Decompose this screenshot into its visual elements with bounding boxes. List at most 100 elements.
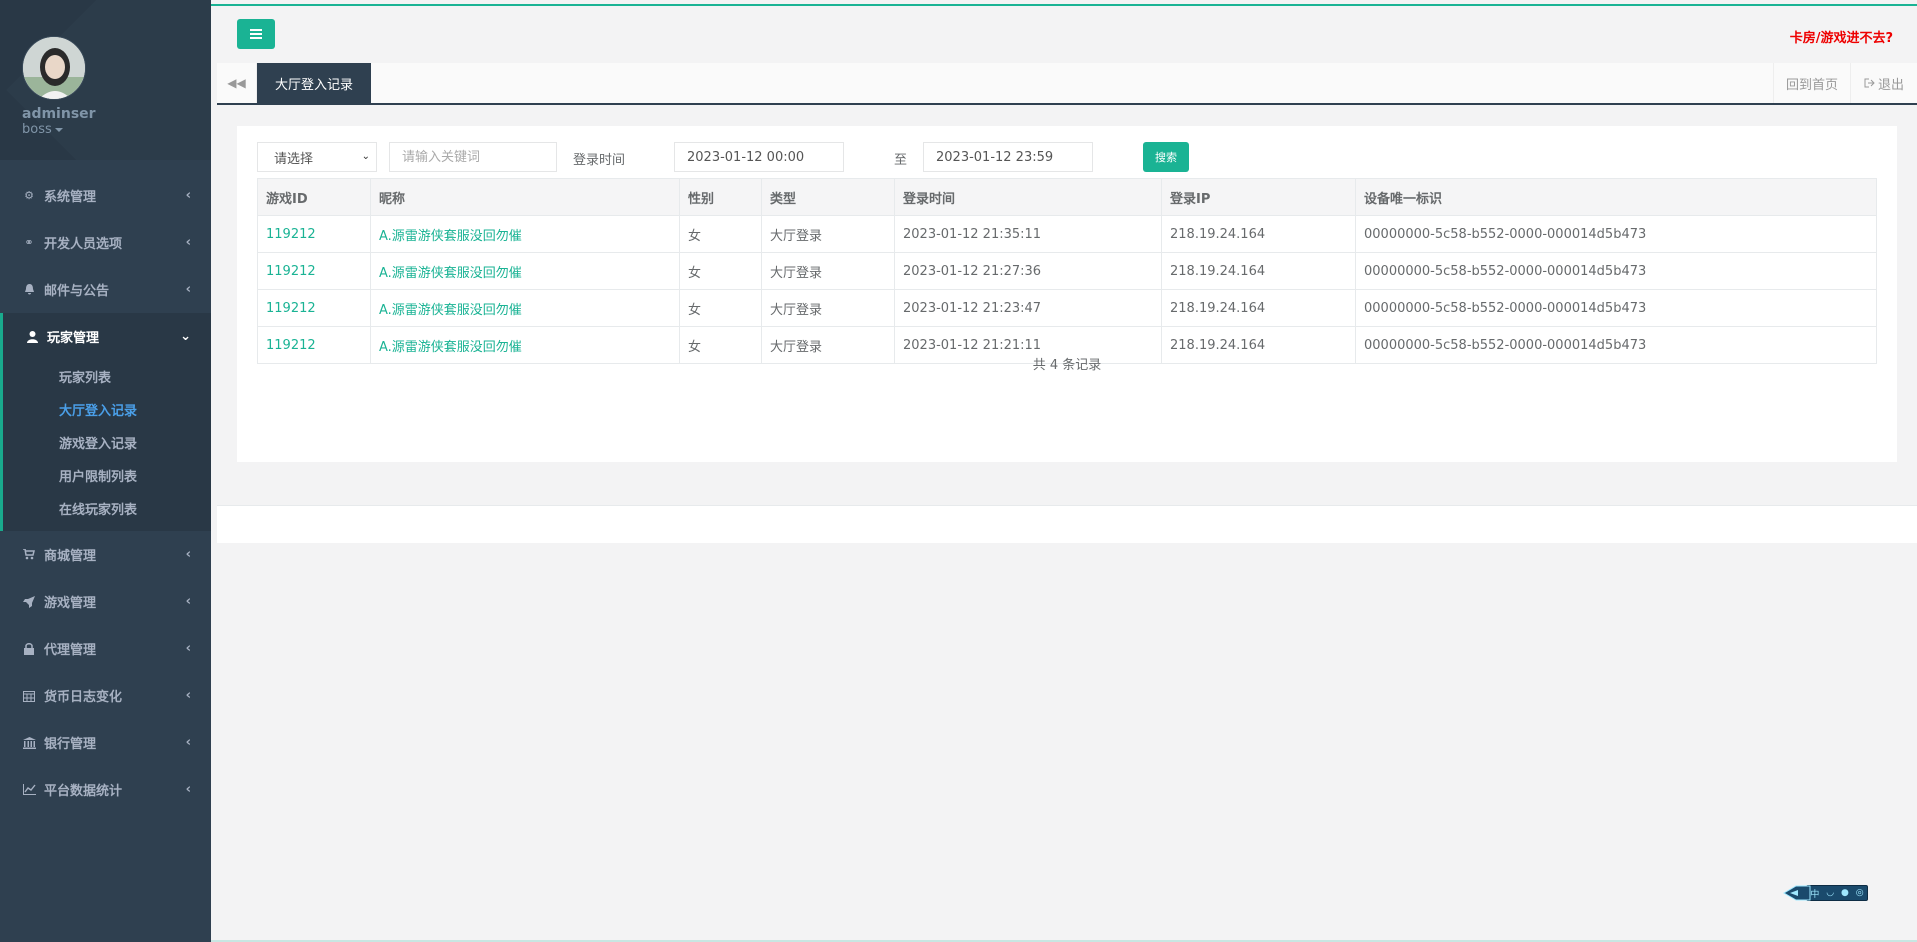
col-header-login-time[interactable]: 登录时间 [894, 178, 1162, 216]
rocket-icon [22, 595, 36, 609]
menu-item-developer[interactable]: ⚭ 开发人员选项 ‹ [0, 219, 211, 266]
menu-item-currency-log[interactable]: 货币日志变化 ‹ [0, 672, 211, 719]
logout-label: 退出 [1877, 77, 1904, 93]
gender-cell: 女 [679, 252, 762, 290]
record-count: 共 4 条记录 [1032, 358, 1102, 373]
chevron-left-icon: ‹ [185, 688, 191, 703]
link-icon: ⚭ [24, 236, 34, 249]
menu-label: 系统管理 [44, 190, 97, 205]
type-cell: 大厅登录 [761, 215, 895, 253]
menu-label: 商城管理 [44, 549, 97, 564]
game-id-link[interactable]: 119212 [257, 289, 371, 327]
menu-icon [250, 29, 262, 39]
login-ip-cell: 218.19.24.164 [1161, 215, 1356, 253]
type-cell: 大厅登录 [761, 289, 895, 327]
nickname-link[interactable]: A.源雷游侠套服没回勿催 [370, 252, 680, 290]
device-id-cell: 00000000-5c58-b552-0000-000014d5b473 [1355, 289, 1877, 327]
menu-item-agents[interactable]: 代理管理 ‹ [0, 625, 211, 672]
login-time-cell: 2023-01-12 21:27:36 [894, 252, 1162, 290]
menu-item-games[interactable]: 游戏管理 ‹ [0, 578, 211, 625]
profile-role-dropdown[interactable]: boss [22, 122, 63, 137]
ime-logo-icon [1783, 885, 1811, 901]
chevron-left-icon: ‹ [185, 188, 191, 203]
user-icon: ● [1840, 888, 1849, 898]
game-id-link[interactable]: 119212 [257, 215, 371, 253]
chevron-left-icon: ‹ [185, 282, 191, 297]
footer [217, 505, 1917, 543]
backward-icon: ◀◀ [227, 76, 246, 90]
gender-cell: 女 [679, 215, 762, 253]
menu-item-bank[interactable]: 银行管理 ‹ [0, 719, 211, 766]
col-header-gender[interactable]: 性别 [679, 178, 762, 216]
login-records-table: 游戏ID 昵称 性别 类型 登录时间 登录IP 设备唯一标识 119212 A.… [257, 178, 1877, 364]
emoji-icon: ◡ [1826, 888, 1835, 898]
login-ip-cell: 218.19.24.164 [1161, 289, 1356, 327]
tab-lobby-login-records[interactable]: 大厅登入记录 [257, 63, 371, 103]
profile-role: boss [22, 122, 52, 137]
col-header-game-id[interactable]: 游戏ID [257, 178, 371, 216]
col-header-nickname[interactable]: 昵称 [370, 178, 680, 216]
menu-label: 玩家管理 [47, 331, 100, 346]
help-link[interactable]: 卡房/游戏进不去? [1790, 27, 1893, 46]
submenu-game-login-records[interactable]: 游戏登入记录 [3, 428, 211, 461]
search-button[interactable]: 搜索 [1143, 142, 1189, 172]
submenu-user-restrictions[interactable]: 用户限制列表 [3, 461, 211, 494]
menu-item-mail[interactable]: 邮件与公告 ‹ [0, 266, 211, 313]
menu-label: 邮件与公告 [44, 284, 110, 299]
start-time-input[interactable] [674, 142, 844, 172]
back-to-home-button[interactable]: 回到首页 [1773, 63, 1851, 103]
menu-label: 游戏管理 [44, 596, 97, 611]
gender-cell: 女 [679, 289, 762, 327]
chevron-left-icon: ‹ [185, 782, 191, 797]
sidebar-toggle-button[interactable] [237, 19, 275, 49]
calendar-icon [22, 689, 36, 703]
nickname-link[interactable]: A.源雷游侠套服没回勿催 [370, 215, 680, 253]
chevron-down-icon: ⌄ [180, 329, 191, 344]
caret-down-icon [54, 127, 63, 132]
profile-panel: adminser boss [0, 0, 211, 160]
nickname-link[interactable]: A.源雷游侠套服没回勿催 [370, 289, 680, 327]
keyword-input[interactable] [389, 142, 557, 172]
col-header-device-id[interactable]: 设备唯一标识 [1355, 178, 1877, 216]
login-ip-cell: 218.19.24.164 [1161, 252, 1356, 290]
cart-icon [22, 548, 36, 562]
page-tabs-bar: ◀◀ 大厅登入记录 回到首页 退出 [217, 63, 1917, 105]
menu-item-shop[interactable]: 商城管理 ‹ [0, 531, 211, 578]
records-panel: 请选择 ⌄ 登录时间 至 搜索 游戏ID 昵称 性别 类型 登录时间 登录IP … [237, 126, 1897, 462]
submenu-online-players[interactable]: 在线玩家列表 [3, 494, 211, 527]
login-time-cell: 2023-01-12 21:23:47 [894, 289, 1162, 327]
sign-out-icon [1864, 78, 1875, 88]
end-time-input[interactable] [923, 142, 1093, 172]
tabs-scroll-left-button[interactable]: ◀◀ [217, 63, 257, 103]
col-header-type[interactable]: 类型 [761, 178, 895, 216]
bell-icon [22, 283, 36, 297]
login-time-label: 登录时间 [573, 153, 626, 168]
logout-button[interactable]: 退出 [1851, 63, 1917, 103]
table-row: 119212 A.源雷游侠套服没回勿催 女 大厅登录 2023-01-12 21… [257, 289, 1877, 327]
table-row: 119212 A.源雷游侠套服没回勿催 女 大厅登录 2023-01-12 21… [257, 252, 1877, 290]
col-header-login-ip[interactable]: 登录IP [1161, 178, 1356, 216]
select-value: 请选择 [274, 151, 314, 167]
login-time-cell: 2023-01-12 21:35:11 [894, 215, 1162, 253]
chevron-left-icon: ‹ [185, 594, 191, 609]
sidebar: adminser boss ⚙ 系统管理 ‹ ⚭ 开发人员选项 ‹ 邮件与公告 … [0, 0, 211, 942]
avatar[interactable] [22, 36, 86, 100]
sidebar-menu: ⚙ 系统管理 ‹ ⚭ 开发人员选项 ‹ 邮件与公告 ‹ 玩家管理 ⌄ 玩家列表 … [0, 172, 211, 813]
chevron-left-icon: ‹ [185, 735, 191, 750]
menu-label: 开发人员选项 [44, 237, 123, 252]
menu-item-players[interactable]: 玩家管理 ⌄ [0, 313, 211, 360]
submenu-player-list[interactable]: 玩家列表 [3, 362, 211, 395]
filter-type-select[interactable]: 请选择 ⌄ [257, 142, 377, 172]
ime-toolbar[interactable]: 中 ◡ ● ◎ [1782, 884, 1872, 902]
chevron-down-icon: ⌄ [361, 151, 370, 162]
profile-name: adminser [22, 106, 96, 122]
type-cell: 大厅登录 [761, 252, 895, 290]
menu-label: 货币日志变化 [44, 690, 123, 705]
settings-icon: ◎ [1855, 888, 1864, 898]
menu-item-system[interactable]: ⚙ 系统管理 ‹ [0, 172, 211, 219]
submenu-lobby-login-records[interactable]: 大厅登入记录 [3, 395, 211, 428]
menu-label: 银行管理 [44, 737, 97, 752]
table-header-row: 游戏ID 昵称 性别 类型 登录时间 登录IP 设备唯一标识 [257, 178, 1877, 216]
menu-item-statistics[interactable]: 平台数据统计 ‹ [0, 766, 211, 813]
game-id-link[interactable]: 119212 [257, 252, 371, 290]
